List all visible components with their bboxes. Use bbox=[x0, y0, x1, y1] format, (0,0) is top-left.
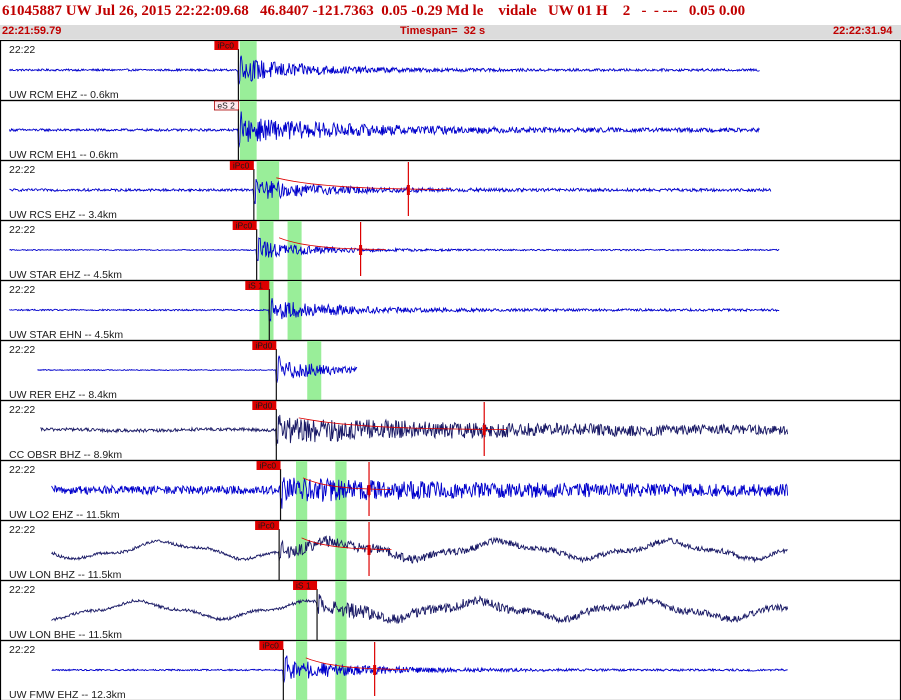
station-label: UW RCS EHZ -- 3.4km bbox=[9, 209, 117, 221]
pick-label: iPc0 bbox=[258, 521, 275, 531]
station-label: UW LO2 EHZ -- 11.5km bbox=[9, 509, 120, 521]
pick-label: iS 1 bbox=[296, 581, 311, 591]
trace-panel: iPc0 22:22 UW RCM EHZ -- 0.6km bbox=[0, 39, 901, 102]
pick-label: iPc0 bbox=[236, 221, 253, 231]
phase-window bbox=[335, 521, 347, 580]
pick-label: iS 1 bbox=[248, 281, 263, 291]
panel-time-label: 22:22 bbox=[9, 584, 35, 596]
station-label: UW LON BHZ -- 11.5km bbox=[9, 569, 122, 581]
coda-end-tick bbox=[373, 665, 377, 675]
pick-label: iPc0 bbox=[260, 461, 277, 471]
coda-end-tick bbox=[359, 245, 363, 255]
station-label: UW STAR EHZ -- 4.5km bbox=[9, 269, 122, 281]
waveform-line bbox=[51, 655, 788, 683]
trace-panel: eS 2 UW RCM EH1 -- 0.6km bbox=[0, 99, 901, 162]
coda-curve bbox=[305, 657, 409, 670]
waveform-line bbox=[8, 111, 760, 148]
station-label: UW RCM EH1 -- 0.6km bbox=[9, 149, 118, 161]
panel-time-label: 22:22 bbox=[9, 284, 35, 296]
coda-end-tick bbox=[367, 545, 371, 555]
phase-window bbox=[295, 461, 308, 520]
waveform-line bbox=[40, 414, 789, 446]
station-label: UW RER EHZ -- 8.4km bbox=[9, 389, 117, 401]
pick-label: iPc0 bbox=[217, 41, 234, 51]
waveform-line bbox=[9, 55, 760, 86]
trace-panel: iPc0 22:22 UW LO2 EHZ -- 11.5km bbox=[0, 459, 901, 522]
station-label: UW LON BHE -- 11.5km bbox=[9, 629, 122, 641]
waveform-line bbox=[51, 535, 788, 564]
waveform-line bbox=[51, 477, 789, 509]
panel-time-label: 22:22 bbox=[9, 44, 35, 56]
trace-panel: iPd0 22:22 CC OBSR BHZ -- 8.9km bbox=[0, 399, 901, 462]
pick-label: iPd0 bbox=[255, 401, 272, 411]
station-label: CC OBSR BHZ -- 8.9km bbox=[9, 449, 122, 461]
station-label: UW RCM EHZ -- 0.6km bbox=[9, 89, 119, 101]
station-label: UW STAR EHN -- 4.5km bbox=[9, 329, 123, 341]
panel-time-label: 22:22 bbox=[9, 404, 35, 416]
pick-label: iPc0 bbox=[233, 161, 250, 171]
pick-label: iPd0 bbox=[255, 341, 272, 351]
waveform-line bbox=[9, 237, 780, 261]
coda-end-tick bbox=[482, 425, 486, 435]
trace-panel: iPc0 22:22 UW RCS EHZ -- 3.4km bbox=[0, 159, 901, 222]
trace-panel: iPc0 22:22 UW STAR EHZ -- 4.5km bbox=[0, 219, 901, 282]
trace-panel: iS 1 22:22 UW STAR EHN -- 4.5km bbox=[0, 279, 901, 342]
coda-end-tick bbox=[367, 485, 371, 495]
waveform-line bbox=[9, 178, 772, 205]
panel-time-label: 22:22 bbox=[9, 344, 35, 356]
waveform-line bbox=[51, 594, 789, 624]
panel-time-label: 22:22 bbox=[9, 224, 35, 236]
trace-panel: iPc0 22:22 UW FMW EHZ -- 12.3km bbox=[0, 639, 901, 700]
phase-window bbox=[335, 581, 347, 640]
pick-label: eS 2 bbox=[217, 101, 235, 111]
trace-panel: iS 1 22:22 UW LON BHE -- 11.5km bbox=[0, 579, 901, 642]
panel-time-label: 22:22 bbox=[9, 644, 35, 656]
station-label: UW FMW EHZ -- 12.3km bbox=[9, 689, 126, 700]
seismogram-viewer: 61045887 UW Jul 26, 2015 22:22:09.68 46.… bbox=[0, 0, 901, 700]
coda-end-tick bbox=[406, 185, 410, 195]
trace-panel: iPd0 22:22 UW RER EHZ -- 8.4km bbox=[0, 339, 901, 402]
panel-time-label: 22:22 bbox=[9, 164, 35, 176]
panel-time-label: 22:22 bbox=[9, 524, 35, 536]
panel-border bbox=[0, 99, 901, 162]
waveform-line bbox=[9, 298, 780, 323]
panel-time-label: 22:22 bbox=[9, 464, 35, 476]
pick-label: iPc0 bbox=[262, 641, 279, 651]
trace-panel: iPc0 22:22 UW LON BHZ -- 11.5km bbox=[0, 519, 901, 582]
trace-panels[interactable]: iPc0 22:22 UW RCM EHZ -- 0.6km eS 2 UW RCM E… bbox=[0, 0, 901, 700]
